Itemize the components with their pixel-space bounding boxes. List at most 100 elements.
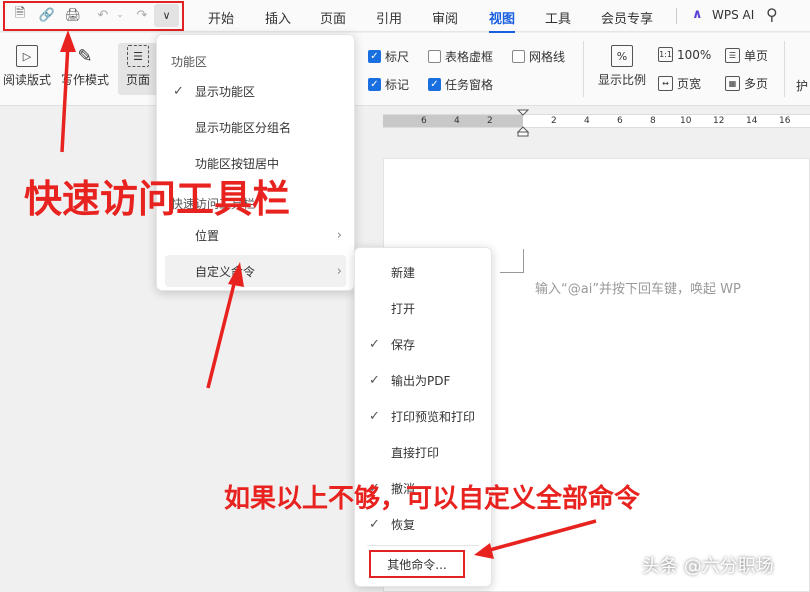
single-page-label: 单页 [744,49,769,63]
menu-item-label: 位置 [195,228,220,243]
checkbox-markup[interactable]: ✓ 标记 [368,76,409,93]
checkbox-ruler-label: 标尺 [385,50,410,64]
ruler-number: 2 [551,116,557,126]
tab-home[interactable]: 开始 [208,8,234,27]
zoom-label: 显示比例 [597,73,646,87]
write-mode-button[interactable]: ✎ 写作模式 [60,45,110,88]
page-width-label: 页宽 [677,77,702,91]
divider [784,41,785,97]
command-print-preview[interactable]: ✓ 打印预览和打印 [355,400,491,432]
ruler-number: 6 [617,116,623,126]
command-direct-print[interactable]: 直接打印 [355,436,491,468]
single-page-button[interactable]: ☰ 单页 [725,47,768,64]
annotation-quick-access: 快速访问工具栏 [24,177,291,221]
menu-item-label: 显示功能区分组名 [195,120,292,135]
zoom-100-button[interactable]: 1:1 100% [658,47,711,62]
chevron-right-icon: › [336,263,342,279]
tab-view[interactable]: 视图 [489,8,516,33]
menu-item-label: 输出为PDF [391,373,451,388]
annotation-customize-all: 如果以上不够，可以自定义全部命令 [224,484,641,514]
menu-item-label: 打印预览和打印 [391,409,476,424]
menu-item-show-group-names[interactable]: 显示功能区分组名 [157,111,354,143]
menu-item-label: 显示功能区 [195,84,256,99]
check-icon: ✓ [428,78,441,91]
zoom-button[interactable]: % 显示比例 [596,45,648,88]
menu-item-label: 新建 [391,265,416,280]
percent-icon: % [611,45,633,67]
pen-icon: ✎ [77,45,93,67]
divider [583,41,584,97]
ruler-number: 10 [680,116,692,126]
read-mode-button[interactable]: ▷ 阅读版式 [2,45,52,88]
menu-item-label: 打开 [391,301,416,316]
multi-page-icon: ▦ [725,76,740,91]
menu-section-header: 功能区 [171,55,208,69]
command-save[interactable]: ✓ 保存 [355,328,491,360]
menu-item-position[interactable]: 位置 › [157,219,354,251]
checkbox-empty [428,50,441,63]
indent-marker-icon[interactable] [516,107,530,137]
tab-insert[interactable]: 插入 [265,8,291,27]
read-mode-label: 阅读版式 [2,73,51,87]
page-icon: ☰ [127,45,149,67]
protect-partial-button[interactable]: 护 [796,77,808,94]
ruler-number: 12 [713,116,725,126]
ruler-number: 4 [454,116,460,126]
checkbox-ruler[interactable]: ✓ 标尺 [368,48,409,65]
tab-tools[interactable]: 工具 [545,8,571,27]
ruler-number: 4 [584,116,590,126]
page-view-label: 页面 [125,73,150,87]
check-icon: ✓ [173,83,184,99]
ribbon: ▷ 阅读版式 ✎ 写作模式 ☰ 页面 ✓ 标尺 表格虚框 网格线 ✓ 标记 ✓ 任务窗… [0,33,810,106]
check-icon: ✓ [369,516,380,532]
menu-item-custom-commands[interactable]: 自定义命令 › [165,255,346,287]
ruler-margin [383,115,523,127]
zoom-100-label: 100% [677,47,712,62]
command-new[interactable]: 新建 [355,256,491,288]
other-commands-button[interactable]: 其他命令... [369,550,465,578]
tab-page[interactable]: 页面 [320,8,346,27]
page-view-button[interactable]: ☰ 页面 [118,43,158,95]
checkbox-table-gridlines[interactable]: 表格虚框 [428,48,493,65]
ruler-number: 8 [650,116,656,126]
margin-corner-mark [500,249,524,273]
chevron-right-icon: › [336,227,342,243]
tab-review[interactable]: 审阅 [432,8,458,27]
check-icon: ✓ [368,78,381,91]
wps-ai-button[interactable]: WPS AI [712,8,754,22]
search-icon[interactable]: ⚲ [766,5,778,24]
menu-item-label: 直接打印 [391,445,440,460]
quick-access-highlight-box [3,1,184,31]
horizontal-ruler[interactable]: 6 4 2 2 4 6 8 10 12 14 16 [383,114,810,128]
divider [676,8,677,24]
checkbox-task-pane-label: 任务窗格 [445,78,494,92]
ruler-number: 16 [779,116,791,126]
check-icon: ✓ [368,50,381,63]
command-open[interactable]: 打开 [355,292,491,324]
check-icon: ✓ [369,408,380,424]
multi-page-label: 多页 [744,77,769,91]
menu-item-label: 自定义命令 [195,264,256,279]
checkbox-gridlines-label: 网格线 [529,50,566,64]
custom-commands-submenu: 新建 打开 ✓ 保存 ✓ 输出为PDF ✓ 打印预览和打印 直接打印 ✓ 撤消 … [354,247,492,587]
tab-reference[interactable]: 引用 [376,8,402,27]
check-icon: ✓ [369,336,380,352]
checkbox-task-pane[interactable]: ✓ 任务窗格 [428,76,493,93]
multi-page-button[interactable]: ▦ 多页 [725,75,768,92]
menu-separator [367,545,479,546]
ruler-number: 2 [487,116,493,126]
menu-item-label: 保存 [391,337,416,352]
one-to-one-icon: 1:1 [658,47,673,62]
checkbox-table-gridlines-label: 表格虚框 [445,50,494,64]
single-page-icon: ☰ [725,48,740,63]
check-icon: ✓ [369,372,380,388]
checkbox-markup-label: 标记 [385,78,410,92]
ai-input-hint: 输入“@ai”并按下回车键，唤起 WP [535,282,741,297]
menu-item-label: 恢复 [391,517,416,532]
checkbox-gridlines[interactable]: 网格线 [512,48,565,65]
menu-item-show-ribbon[interactable]: ✓ 显示功能区 [157,75,354,107]
tab-member[interactable]: 会员专享 [601,8,653,27]
wps-ai-icon: ∧ [692,7,703,22]
page-width-button[interactable]: ↔ 页宽 [658,75,701,92]
command-export-pdf[interactable]: ✓ 输出为PDF [355,364,491,396]
